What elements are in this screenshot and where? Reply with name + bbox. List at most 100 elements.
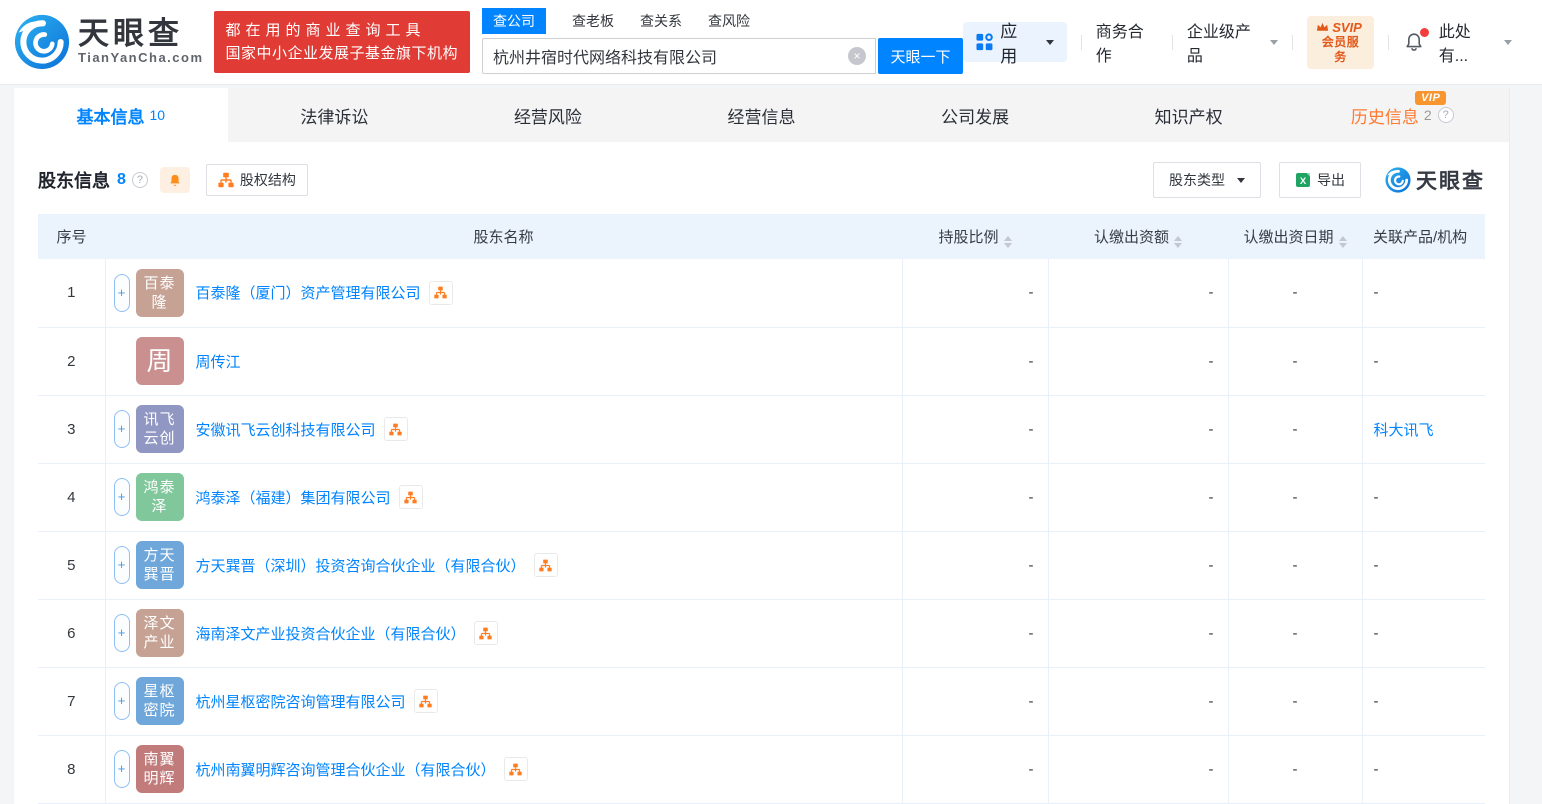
svip-label: SVIP [1332, 19, 1362, 35]
nav-tab-operation-info[interactable]: 经营信息 [655, 88, 869, 142]
logo-subtitle: TianYanCha.com [78, 50, 204, 65]
serial-cell: 4 [38, 463, 105, 532]
shareholder-avatar: 南翼 明辉 [135, 745, 184, 793]
shareholder-row: 3 + 讯飞 云创 安徽讯飞云创科技有限公司 - - - 科大讯飞 [38, 395, 1485, 464]
sort-icon[interactable] [1003, 235, 1012, 248]
equity-chart-icon[interactable] [398, 485, 423, 509]
amount-cell: - [1047, 327, 1228, 396]
svip-member-button[interactable]: SVIP 会员服务 [1307, 15, 1374, 69]
help-icon[interactable]: ? [1437, 107, 1454, 123]
shareholder-name-link[interactable]: 方天巽晋（深圳）投资咨询合伙企业（有限合伙） [196, 555, 526, 576]
user-menu[interactable]: 此处有... [1439, 18, 1512, 66]
nav-tab-history[interactable]: 历史信息 2? VIP [1295, 88, 1509, 142]
ratio-cell: - [901, 395, 1048, 464]
tianyancha-watermark: 天眼查 [1385, 165, 1485, 195]
tianyancha-logo[interactable]: 天眼查 TianYanCha.com [14, 14, 204, 70]
excel-icon: X [1296, 173, 1310, 187]
serial-cell: 1 [38, 259, 105, 328]
shareholder-name-wrap: + 讯飞 云创 安徽讯飞云创科技有限公司 [106, 405, 902, 453]
notifications-button[interactable] [1403, 28, 1429, 53]
date-cell: - [1227, 735, 1362, 804]
date-cell: - [1227, 259, 1362, 328]
divider [1387, 34, 1389, 50]
expand-row-button[interactable]: + [113, 750, 130, 788]
shareholder-row: 8 + 南翼 明辉 杭州南翼明辉咨询管理合伙企业（有限合伙） - - - - [38, 735, 1485, 804]
equity-chart-icon[interactable] [383, 417, 408, 441]
shareholder-name-link[interactable]: 安徽讯飞云创科技有限公司 [196, 419, 376, 440]
search-tab-boss[interactable]: 查老板 [572, 8, 614, 34]
equity-chart-icon[interactable] [533, 553, 558, 577]
shareholder-name-link[interactable]: 周传江 [196, 351, 241, 372]
equity-chart-icon[interactable] [413, 689, 438, 713]
nav-tab-count: 2 [1423, 107, 1432, 123]
equity-structure-label: 股权结构 [239, 172, 296, 188]
tianyancha-logo-icon [14, 14, 70, 70]
search-area: 查公司查老板查关系查风险 × 天眼一下 [482, 8, 964, 74]
sort-icon[interactable] [1174, 235, 1182, 248]
shareholder-name-wrap: +周周传江 [106, 337, 902, 385]
equity-structure-button[interactable]: 股权结构 [205, 164, 308, 196]
expand-row-button[interactable]: + [113, 273, 130, 312]
expand-row-button[interactable]: + [113, 682, 130, 720]
expand-row-button[interactable]: + [113, 546, 130, 584]
related-product-link[interactable]: 科大讯飞 [1374, 422, 1434, 439]
shareholder-row: 6 + 泽文 产业 海南泽文产业投资合伙企业（有限合伙） - - - - [38, 599, 1485, 668]
column-header-amount[interactable]: 认缴出资额 [1048, 214, 1228, 259]
top-header: 天眼查 TianYanCha.com 都在用的商业查询工具 国家中小企业发展子基… [0, 0, 1542, 85]
serial-cell: 8 [38, 735, 105, 804]
export-button[interactable]: X 导出 [1279, 162, 1361, 198]
expand-row-button[interactable]: + [113, 614, 130, 652]
help-icon[interactable]: ? [131, 172, 148, 188]
date-cell: - [1227, 667, 1362, 736]
svip-line1: SVIP [1316, 20, 1365, 35]
watermark-label: 天眼查 [1416, 170, 1485, 193]
shareholder-name-link[interactable]: 百泰隆（厦门）资产管理有限公司 [196, 282, 421, 303]
date-cell: - [1227, 327, 1362, 396]
column-header-ratio[interactable]: 持股比例 [902, 214, 1048, 259]
equity-chart-icon[interactable] [503, 757, 528, 781]
business-cooperation-link[interactable]: 商务合作 [1096, 18, 1158, 66]
date-cell: - [1227, 463, 1362, 532]
search-tab-risk[interactable]: 查风险 [708, 8, 750, 34]
expand-row-button[interactable]: + [113, 478, 130, 516]
nav-tab-operation-risk[interactable]: 经营风险 [441, 88, 655, 142]
related-cell: - [1361, 735, 1485, 804]
shareholder-name-link[interactable]: 杭州星枢密院咨询管理有限公司 [196, 691, 406, 712]
column-header-date[interactable]: 认缴出资日期 [1228, 214, 1362, 259]
nav-tab-basic-info[interactable]: 基本信息 10 [14, 88, 228, 142]
shareholder-name-link[interactable]: 杭州南翼明辉咨询管理合伙企业（有限合伙） [196, 759, 496, 780]
nav-tab-legal[interactable]: 法律诉讼 [228, 88, 442, 142]
expand-row-button[interactable]: + [113, 410, 130, 448]
shareholder-name-cell: + 百泰隆百泰隆（厦门）资产管理有限公司 [104, 259, 902, 328]
shareholder-avatar: 星枢 密院 [135, 677, 184, 725]
search-button[interactable]: 天眼一下 [878, 38, 964, 74]
apps-button[interactable]: 应用 [963, 22, 1067, 66]
search-tab-company[interactable]: 查公司 [482, 8, 547, 34]
page-background: 基本信息 10 法律诉讼 经营风险 经营信息 公司发展 知识产权 历史信息 2? VIP 股东信息… [0, 85, 1542, 804]
subscribe-bell-button[interactable] [159, 167, 190, 193]
sort-icon[interactable] [1338, 235, 1347, 248]
search-tab-relation[interactable]: 查关系 [640, 8, 682, 34]
clear-search-icon[interactable]: × [848, 47, 867, 65]
column-ratio-label: 持股比例 [938, 228, 999, 246]
search-input[interactable] [482, 38, 877, 74]
amount-cell: - [1047, 259, 1228, 328]
nav-tab-development[interactable]: 公司发展 [868, 88, 1082, 142]
column-header-serial: 序号 [38, 214, 105, 259]
svg-text:X: X [1300, 176, 1307, 187]
shareholder-name-link[interactable]: 海南泽文产业投资合伙企业（有限合伙） [196, 623, 466, 644]
equity-chart-icon[interactable] [428, 280, 453, 305]
nav-tab-intellectual-property[interactable]: 知识产权 [1082, 88, 1296, 142]
ratio-cell: - [901, 667, 1048, 736]
shareholder-name-link[interactable]: 鸿泰泽（福建）集团有限公司 [196, 487, 391, 508]
shareholder-row: 4 + 鸿泰泽鸿泰泽（福建）集团有限公司 - - - - [38, 463, 1485, 532]
shareholder-row: 1 + 百泰隆百泰隆（厦门）资产管理有限公司 - - - - [38, 259, 1485, 328]
ratio-cell: - [901, 327, 1048, 396]
shareholder-type-filter[interactable]: 股东类型 [1153, 162, 1261, 198]
shareholder-name-cell: + 南翼 明辉 杭州南翼明辉咨询管理合伙企业（有限合伙） [104, 735, 902, 804]
enterprise-products-link[interactable]: 企业级产品 [1187, 18, 1279, 66]
ratio-cell: - [901, 531, 1048, 600]
serial-cell: 3 [38, 395, 105, 464]
equity-chart-icon[interactable] [473, 621, 498, 645]
tianyancha-watermark-icon [1385, 167, 1411, 193]
